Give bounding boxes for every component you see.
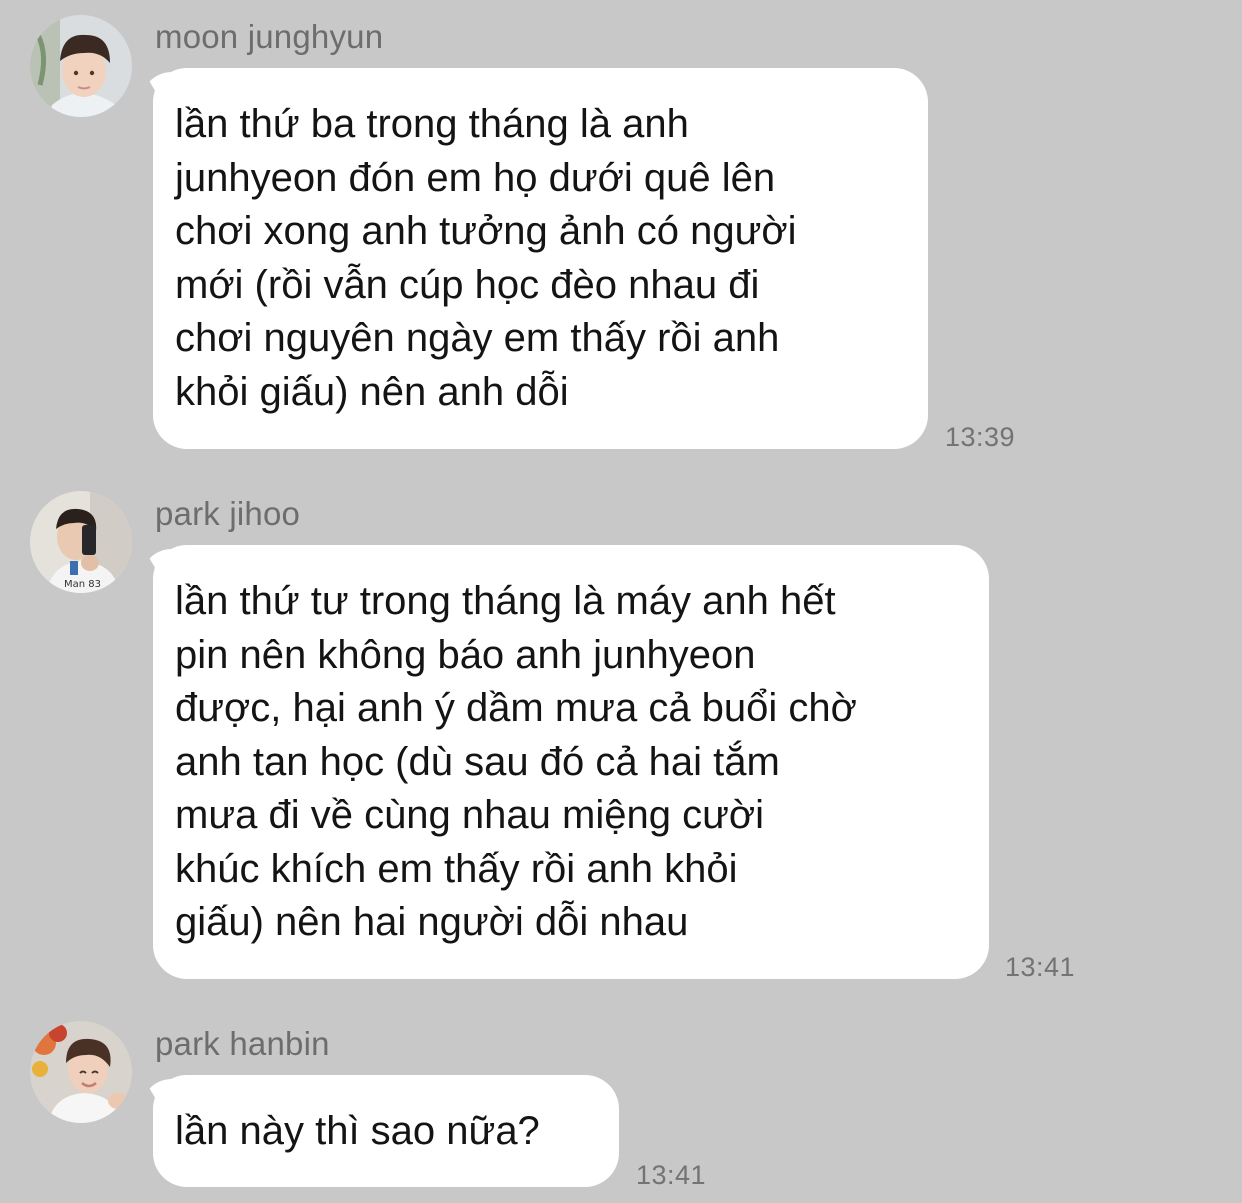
sender-name: park hanbin xyxy=(155,1025,330,1062)
svg-text:Man 83: Man 83 xyxy=(64,579,101,590)
avatar[interactable] xyxy=(30,15,132,117)
message-timestamp: 13:39 xyxy=(945,422,1016,452)
message-timestamp: 13:41 xyxy=(1005,952,1076,982)
chat-message: Man 83 park jihoo lần thứ tư trong tháng… xyxy=(0,480,1242,1000)
message-bubble[interactable]: lần thứ tư trong tháng là máy anh hết pi… xyxy=(153,545,989,979)
avatar[interactable] xyxy=(30,1021,132,1123)
message-timestamp: 13:41 xyxy=(636,1160,707,1190)
chat-message: moon junghyun lần thứ ba trong tháng là … xyxy=(0,0,1242,470)
message-bubble[interactable]: lần này thì sao nữa? xyxy=(153,1075,619,1187)
chat-message: park hanbin lần này thì sao nữa? 13:41 xyxy=(0,1010,1242,1203)
sender-name: moon junghyun xyxy=(155,18,384,55)
message-bubble[interactable]: lần thứ ba trong tháng là anh junhyeon đ… xyxy=(153,68,928,449)
avatar[interactable]: Man 83 xyxy=(30,491,132,593)
sender-name: park jihoo xyxy=(155,495,301,532)
